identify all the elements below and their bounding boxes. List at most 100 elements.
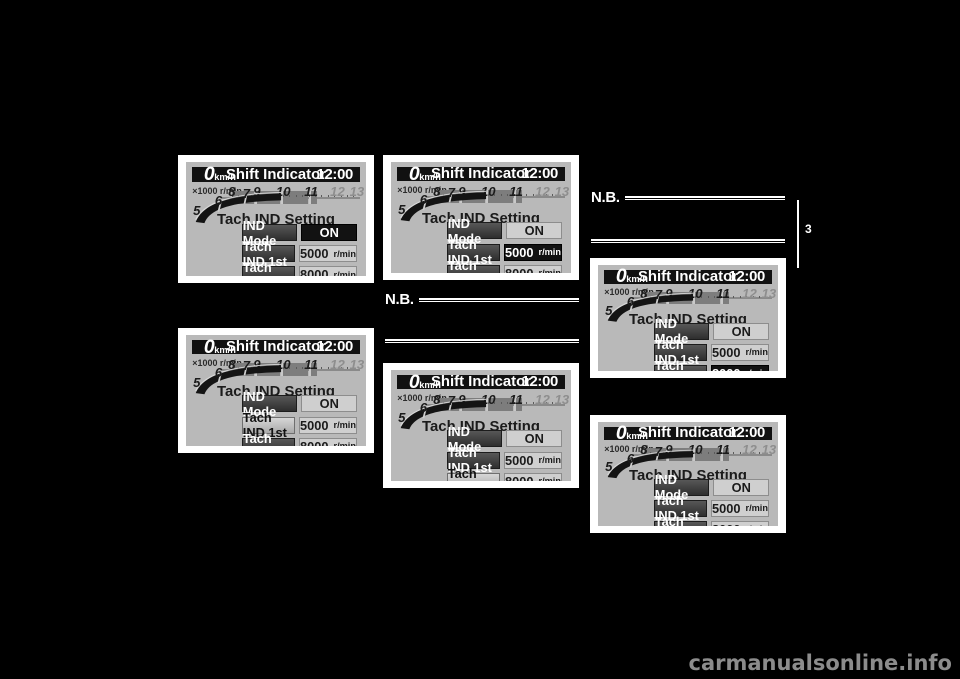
tach-tick-label-6: 6	[419, 400, 428, 416]
side-tab-marker	[797, 200, 799, 268]
setting-value-ind-mode[interactable]: ON	[301, 224, 358, 242]
note-body	[591, 207, 785, 235]
lcd-display: 0km/h Shift Indicator 12:00 ×1000 r/min …	[186, 335, 366, 446]
tach-tick-label-12: 12	[742, 285, 757, 301]
lcd-status-bar: 0km/h Shift Indicator 12:00	[192, 336, 360, 358]
tach-tick	[295, 194, 297, 197]
setting-value-tach-ind-2nd[interactable]: 8000 r/min	[504, 264, 562, 273]
setting-row: Tach IND 2nd 8000 r/min	[241, 431, 357, 446]
setting-value-tach-ind-2nd[interactable]: 8000 r/min	[299, 437, 357, 446]
tach-tick	[707, 452, 709, 454]
tach-tick-label-13: 13	[761, 442, 777, 458]
tachometer: ×1000 r/min 8 9 10 11 12 13 567	[192, 356, 364, 395]
tach-tick-label-13: 13	[761, 285, 777, 301]
setting-value-tach-ind-1st[interactable]: 5000 r/min	[299, 245, 357, 263]
value-text: ON	[731, 479, 751, 495]
lcd-display: 0km/h Shift Indicator 12:00 ×1000 r/min …	[186, 162, 366, 276]
page-number: 3	[805, 222, 812, 236]
note-footer-rule	[385, 339, 579, 343]
lcd-clock: 12:00	[521, 166, 559, 183]
setting-value-ind-mode[interactable]: ON	[506, 430, 563, 448]
setting-value-ind-mode[interactable]: ON	[713, 478, 770, 496]
value-text: 8000	[505, 266, 533, 273]
tach-tick-label-11: 11	[716, 442, 730, 458]
setting-value-tach-ind-1st[interactable]: 5000 r/min	[711, 499, 769, 517]
tach-tick-label-11: 11	[509, 391, 523, 407]
setting-label-tach-ind-2nd[interactable]: Tach IND 2nd	[446, 258, 500, 273]
setting-value-ind-mode[interactable]: ON	[301, 395, 358, 413]
note-header: N.B.	[591, 190, 785, 205]
tach-tick-label-13: 13	[349, 184, 365, 200]
setting-value-tach-ind-1st[interactable]: 5000 r/min	[504, 243, 562, 261]
setting-label-tach-ind-2nd[interactable]: Tach IND 2nd	[241, 431, 295, 446]
note-label: N.B.	[385, 291, 414, 308]
setting-value-tach-ind-2nd[interactable]: 8000 r/min	[711, 520, 769, 526]
tach-tick	[733, 295, 735, 298]
setting-value-tach-ind-1st[interactable]: 5000 r/min	[711, 343, 769, 361]
value-text: 8000	[300, 267, 329, 276]
lcd-display: 0km/h Shift Indicator 12:00 ×1000 r/min …	[391, 162, 571, 273]
tach-tick-label-7: 7	[654, 287, 662, 303]
setting-value-ind-mode[interactable]: ON	[713, 322, 770, 340]
tach-tick-label-7: 7	[242, 358, 250, 374]
tach-tick-label-6: 6	[214, 193, 223, 209]
tach-tick	[321, 367, 323, 370]
setting-value-tach-ind-2nd[interactable]: 8000 r/min	[299, 266, 357, 276]
value-text: 5000	[712, 500, 741, 516]
tach-tick	[739, 452, 741, 454]
setting-row: Tach IND 2nd 8000 r/min	[446, 466, 562, 481]
value-text: 5000	[300, 417, 329, 433]
tach-curve-band: 567	[398, 185, 487, 222]
lcd-clock: 12:00	[728, 425, 766, 442]
tach-tick	[551, 402, 553, 405]
setting-value-ind-mode[interactable]: ON	[506, 222, 563, 240]
setting-rows: IND ModeONTach IND 1st5000r/minTach IND …	[446, 424, 563, 481]
tach-tick-label-13: 13	[554, 391, 570, 407]
lcd-screen-5: 0km/h Shift Indicator 12:00 ×1000 r/min …	[590, 258, 786, 378]
setting-label-tach-ind-2nd[interactable]: Tach IND 2nd	[446, 466, 500, 481]
lcd-screen-2: 0km/h Shift Indicator 12:00 ×1000 r/min …	[383, 155, 579, 280]
value-text: 5000	[505, 244, 534, 260]
setting-value-tach-ind-2nd[interactable]: 8000 r/min	[504, 472, 562, 481]
lcd-screen-1: 0km/h Shift Indicator 12:00 ×1000 r/min …	[178, 155, 374, 283]
setting-value-tach-ind-1st[interactable]: 5000 r/min	[504, 451, 562, 469]
tach-tick-label-11: 11	[716, 285, 730, 301]
tach-tick	[507, 402, 509, 405]
tach-tick-label-11: 11	[304, 184, 318, 200]
tach-tick	[346, 194, 348, 197]
tach-tick-label-13: 13	[554, 183, 570, 199]
tach-tick	[707, 295, 709, 298]
setting-label-tach-ind-2nd[interactable]: Tach IND 2nd	[241, 260, 295, 276]
tach-tick-label-12: 12	[330, 184, 345, 200]
setting-label-tach-ind-2nd[interactable]: Tach IND 2nd	[653, 514, 707, 526]
tach-tick	[302, 367, 304, 370]
tach-tick	[758, 295, 760, 298]
lcd-status-bar: 0km/h Shift Indicator 12:00	[397, 163, 565, 185]
setting-label-tach-ind-2nd[interactable]: Tach IND 2nd	[653, 358, 707, 371]
lcd-clock: 12:00	[728, 268, 766, 285]
value-unit: r/min	[745, 503, 768, 514]
lcd-screen-6: 0km/h Shift Indicator 12:00 ×1000 r/min …	[590, 415, 786, 533]
tach-tick-label-6: 6	[214, 365, 223, 381]
value-unit: r/min	[333, 420, 356, 431]
tach-tick-label-12: 12	[742, 442, 757, 458]
value-unit: r/min	[333, 248, 356, 259]
tach-tick	[500, 402, 502, 405]
value-text: 8000	[712, 366, 740, 371]
tach-tick-label-12: 12	[535, 391, 550, 407]
setting-row: Tach IND 2nd 8000 r/min	[241, 260, 357, 276]
setting-value-tach-ind-1st[interactable]: 5000 r/min	[299, 416, 357, 434]
lcd-display: 0km/h Shift Indicator 12:00 ×1000 r/min …	[391, 370, 571, 481]
tach-tick	[507, 194, 509, 197]
lcd-display: 0km/h Shift Indicator 12:00 ×1000 r/min …	[598, 422, 778, 526]
setting-value-tach-ind-2nd[interactable]: 8000 r/min	[711, 364, 769, 371]
value-text: 5000	[712, 344, 741, 360]
tach-tick	[733, 452, 735, 454]
tachometer: ×1000 r/min 8 9 10 11 12 13 567	[397, 183, 569, 222]
tach-tick	[532, 402, 534, 405]
note-footer-rule	[591, 239, 785, 243]
note-block-right: N.B.	[591, 190, 785, 243]
value-unit: r/min	[333, 441, 356, 446]
note-block-center: N.B.	[385, 292, 579, 343]
setting-rows: IND ModeONTach IND 1st5000r/minTach IND …	[241, 218, 358, 276]
